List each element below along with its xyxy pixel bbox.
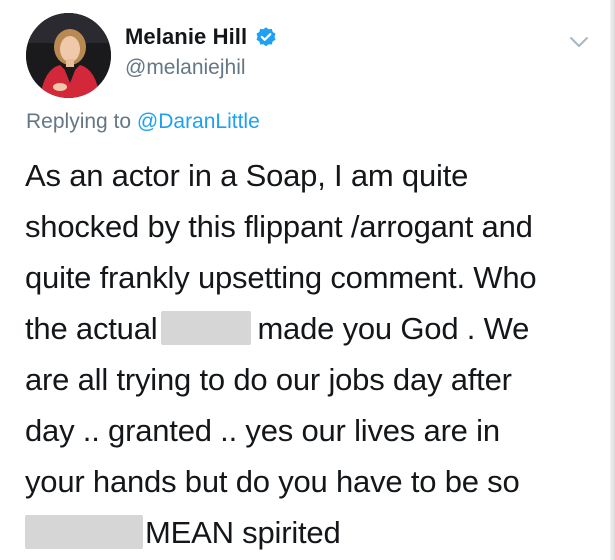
edge-shadow [610, 0, 615, 560]
avatar[interactable] [26, 13, 111, 98]
tweet-line: shocked by this flippant /arrogant and [25, 209, 533, 244]
tweet-line: MEAN spirited [25, 507, 610, 558]
tweet-line: the actual made you God . We [25, 303, 610, 354]
tweet-text-segment: the actual [25, 311, 158, 346]
user-handle[interactable]: @melaniejhil [125, 56, 246, 80]
tweet-line: quite frankly upsetting comment. Who [25, 260, 537, 295]
name-row: Melanie Hill [125, 24, 277, 50]
tweet-text-segment: made you God . We [257, 311, 530, 346]
tweet-line: As an actor in a Soap, I am quite [25, 158, 469, 193]
redacted-word [161, 311, 252, 345]
display-name[interactable]: Melanie Hill [125, 24, 247, 50]
tweet-text-segment: MEAN spirited [145, 515, 341, 550]
reply-context: Replying to @DaranLittle [26, 110, 260, 134]
reply-prefix: Replying to [26, 110, 132, 133]
tweet-card: Melanie Hill @melaniejhil Replying to @D… [0, 0, 615, 560]
tweet-line: day .. granted .. yes our lives are in [25, 413, 500, 448]
reply-to-handle-link[interactable]: @DaranLittle [137, 110, 260, 133]
tweet-line: are all trying to do our jobs day after [25, 362, 512, 397]
tweet-text: As an actor in a Soap, I am quite shocke… [25, 150, 610, 558]
chevron-down-icon[interactable] [568, 34, 590, 50]
tweet-line: your hands but do you have to be so [25, 464, 520, 499]
redacted-word [25, 515, 143, 549]
verified-badge-icon [255, 26, 277, 48]
profile-photo [26, 13, 111, 98]
